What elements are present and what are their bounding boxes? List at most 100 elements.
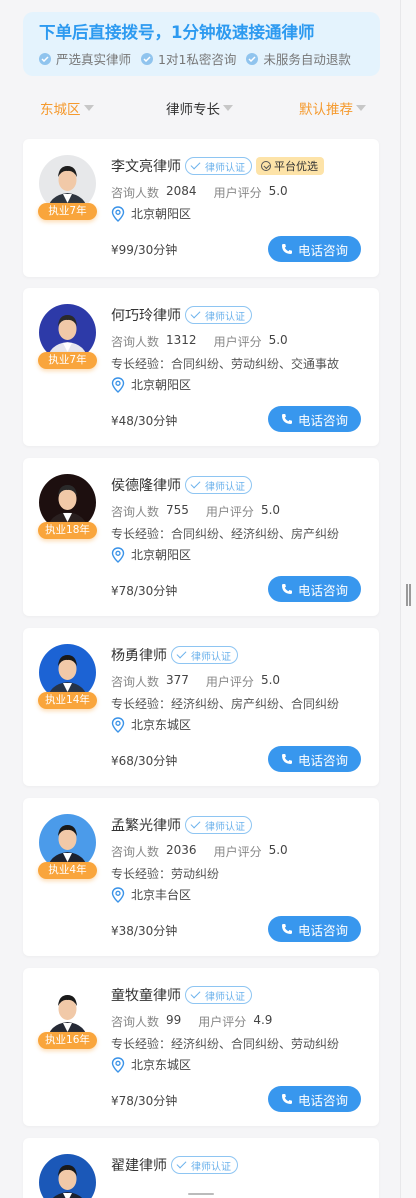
name-row: 童牧童律师 律师认证 <box>111 985 252 1005</box>
call-label: 电话咨询 <box>297 242 348 258</box>
lawyer-card[interactable]: 执业18年 侯德隆律师 律师认证 咨询人数 755 用户评分 5.0 专长经验：合同纠纷、经济… <box>23 458 379 616</box>
rating-value: 5.0 <box>268 843 288 857</box>
call-label: 电话咨询 <box>297 752 348 768</box>
phone-consult-button[interactable]: 电话咨询 <box>268 1086 361 1112</box>
phone-consult-button[interactable]: 电话咨询 <box>268 576 361 602</box>
phone-consult-button[interactable]: 电话咨询 <box>268 236 361 262</box>
experience-badge: 执业4年 <box>38 862 97 879</box>
phone-consult-button[interactable]: 电话咨询 <box>268 746 361 772</box>
name-row: 翟建律师 律师认证 <box>111 1155 238 1175</box>
location-text: 北京朝阳区 <box>131 207 192 221</box>
experience-badge: 执业18年 <box>38 522 97 539</box>
location-row: 北京丰台区 <box>111 886 191 903</box>
caret-down-icon <box>356 105 366 111</box>
experience-badge: 执业7年 <box>38 352 97 369</box>
location-pin-icon <box>111 205 125 222</box>
consult-count: 1312 <box>166 333 197 347</box>
verified-label: 律师认证 <box>191 651 231 663</box>
filter-district[interactable]: 东城区 <box>40 98 94 118</box>
phone-icon <box>281 923 293 935</box>
rating-label: 用户评分 <box>205 675 254 689</box>
premium-label: 平台优选 <box>274 160 318 173</box>
consult-count-label: 咨询人数 <box>111 505 160 519</box>
rating-value: 5.0 <box>260 503 281 517</box>
location-pin-icon <box>111 1056 125 1073</box>
check-circle-icon <box>141 52 154 65</box>
consult-count-label: 咨询人数 <box>111 675 160 689</box>
name-row: 李文亮律师 律师认证 平台优选 <box>111 156 324 176</box>
check-circle-icon <box>261 161 271 171</box>
lawyer-avatar <box>39 1154 96 1198</box>
location-row: 北京朝阳区 <box>111 205 191 222</box>
premium-badge: 平台优选 <box>256 157 324 175</box>
check-icon <box>190 988 201 999</box>
location-text: 北京丰台区 <box>131 888 192 902</box>
feature-item: 严选真实律师 <box>39 49 131 68</box>
stats-row: 咨询人数 377 用户评分 5.0 <box>111 673 280 690</box>
price-text: ¥68/30分钟 <box>111 754 178 768</box>
location-text: 北京东城区 <box>131 718 192 732</box>
location-row: 北京朝阳区 <box>111 546 191 563</box>
check-circle-icon <box>39 52 51 65</box>
consult-count-label: 咨询人数 <box>111 845 160 859</box>
lawyer-card[interactable]: 翟建律师 律师认证 <box>23 1138 379 1198</box>
specialty-text: 专长经验：经济纠纷、合同纠纷、劳动纠纷 <box>111 1037 340 1051</box>
stats-row: 咨询人数 99 用户评分 4.9 <box>111 1013 272 1030</box>
call-label: 电话咨询 <box>297 1092 348 1108</box>
lawyer-card[interactable]: 执业16年 童牧童律师 律师认证咨询人数 99 用户评分 4.9 专长经验：经济纠纷、合同纠… <box>23 968 379 1126</box>
rating-value: 4.9 <box>253 1013 273 1027</box>
name-row: 杨勇律师 律师认证 <box>111 645 238 665</box>
consult-count-label: 咨询人数 <box>111 1015 160 1029</box>
location-row: 北京朝阳区 <box>111 376 191 393</box>
lawyer-name: 翟建律师 <box>111 1158 167 1174</box>
lawyer-name: 童牧童律师 <box>111 988 181 1004</box>
location-text: 北京朝阳区 <box>131 378 192 392</box>
lawyer-name: 李文亮律师 <box>111 159 181 175</box>
name-row: 侯德隆律师 律师认证 <box>111 475 252 495</box>
filter-specialty[interactable]: 律师专长 <box>166 98 233 118</box>
price-text: ¥48/30分钟 <box>111 414 178 428</box>
check-circle-icon <box>246 52 259 65</box>
stats-row: 咨询人数 2084 用户评分 5.0 <box>111 184 288 201</box>
location-text: 北京东城区 <box>131 1058 192 1072</box>
phone-icon <box>281 583 293 595</box>
phone-consult-button[interactable]: 电话咨询 <box>268 406 361 432</box>
home-indicator <box>188 1193 214 1195</box>
location-pin-icon <box>111 546 125 563</box>
consult-count-label: 咨询人数 <box>111 186 160 200</box>
filter-label: 默认推荐 <box>299 102 353 118</box>
feature-label: 严选真实律师 <box>56 52 132 67</box>
phone-consult-button[interactable]: 电话咨询 <box>268 916 361 942</box>
price-text: ¥99/30分钟 <box>111 243 178 257</box>
verified-label: 律师认证 <box>205 991 245 1003</box>
lawyer-card[interactable]: 执业14年 杨勇律师 律师认证 咨询人数 377 用户评分 5.0 专长经验：经济纠纷、房产纠… <box>23 628 379 786</box>
location-row: 北京东城区 <box>111 1056 191 1073</box>
lawyer-card[interactable]: 执业7年 李文亮律师 律师认证 平台优选 咨询人数 2084 用户评分 5.0 北京朝阳区 ¥99… <box>23 139 379 277</box>
experience-badge: 执业16年 <box>38 1032 97 1049</box>
verified-badge: 律师认证 <box>185 476 252 494</box>
lawyer-name: 侯德隆律师 <box>111 478 181 494</box>
check-icon <box>176 648 187 659</box>
consult-count: 755 <box>166 503 189 517</box>
banner-features: 严选真实律师 1对1私密咨询 未服务自动退款 <box>39 49 380 68</box>
name-row: 孟繁光律师 律师认证 <box>111 815 252 835</box>
rating-label: 用户评分 <box>213 845 262 859</box>
check-icon <box>190 308 201 319</box>
verified-badge: 律师认证 <box>185 816 252 834</box>
caret-down-icon <box>223 105 233 111</box>
consult-count: 2036 <box>166 843 197 857</box>
filter-sort[interactable]: 默认推荐 <box>299 98 366 118</box>
rating-value: 5.0 <box>268 184 288 198</box>
location-pin-icon <box>111 376 125 393</box>
specialty-text: 专长经验：合同纠纷、劳动纠纷、交通事故 <box>111 357 340 371</box>
phone-icon <box>281 413 293 425</box>
feature-label: 未服务自动退款 <box>263 52 351 67</box>
scrollbar-grip[interactable] <box>406 584 411 606</box>
check-icon <box>190 159 201 170</box>
lawyer-card[interactable]: 执业7年 何巧玲律师 律师认证 咨询人数 1312 用户评分 5.0 专长经验：合同纠纷、劳动… <box>23 288 379 446</box>
banner-title: 下单后直接拨号，1分钟极速接通律师 <box>39 23 315 42</box>
experience-badge: 执业7年 <box>38 203 97 220</box>
rating-label: 用户评分 <box>213 186 262 200</box>
lawyer-card[interactable]: 执业4年 孟繁光律师 律师认证 咨询人数 2036 用户评分 5.0 专长经验：劳动纠纷 北京丰… <box>23 798 379 956</box>
verified-badge: 律师认证 <box>185 157 252 175</box>
